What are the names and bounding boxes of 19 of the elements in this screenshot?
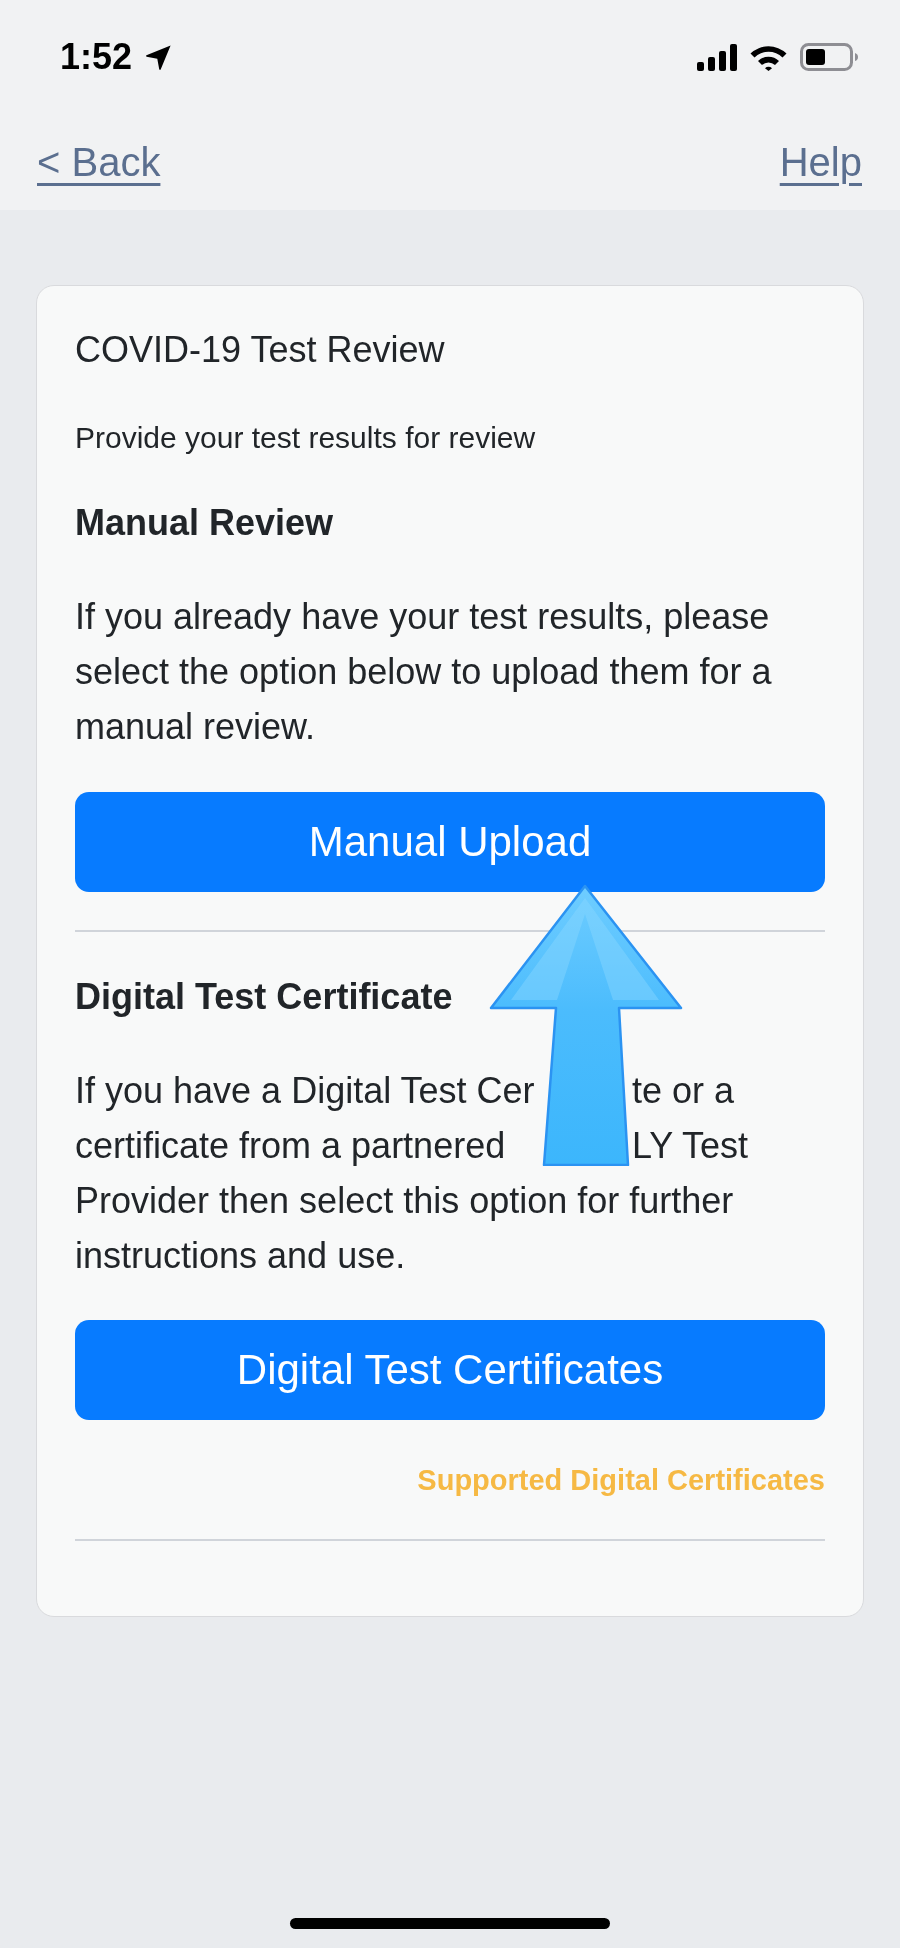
primary-button[interactable]: Manual Upload [75,792,825,892]
status-time: 1:52 [60,37,133,77]
subtitle: Provide your test results for review [75,420,537,456]
help-link[interactable]: Help [779,138,862,186]
page-title: COVID-19 Test Review [75,328,446,372]
section-heading: Manual Review [75,501,335,545]
body-text: If you have a Digital Test Cer [75,1069,535,1113]
battery-icon [800,43,858,71]
body-text: If you already have your test results, please select the option below to upload them for a manual review. [75,595,773,749]
location-icon [144,42,174,72]
body-text: Provider then select this option for further instructions and use. [75,1179,735,1278]
primary-button[interactable]: Digital Test Certificates [75,1320,825,1420]
section-heading: Digital Test Certificate [75,975,454,1019]
wifi-icon [749,43,788,71]
body-text: certificate from a partnered [75,1124,506,1168]
back-link[interactable]: < Back [37,138,161,186]
signal-icon [697,43,737,71]
body-text: te or a [632,1069,735,1113]
body-text: LY Test [632,1124,749,1168]
